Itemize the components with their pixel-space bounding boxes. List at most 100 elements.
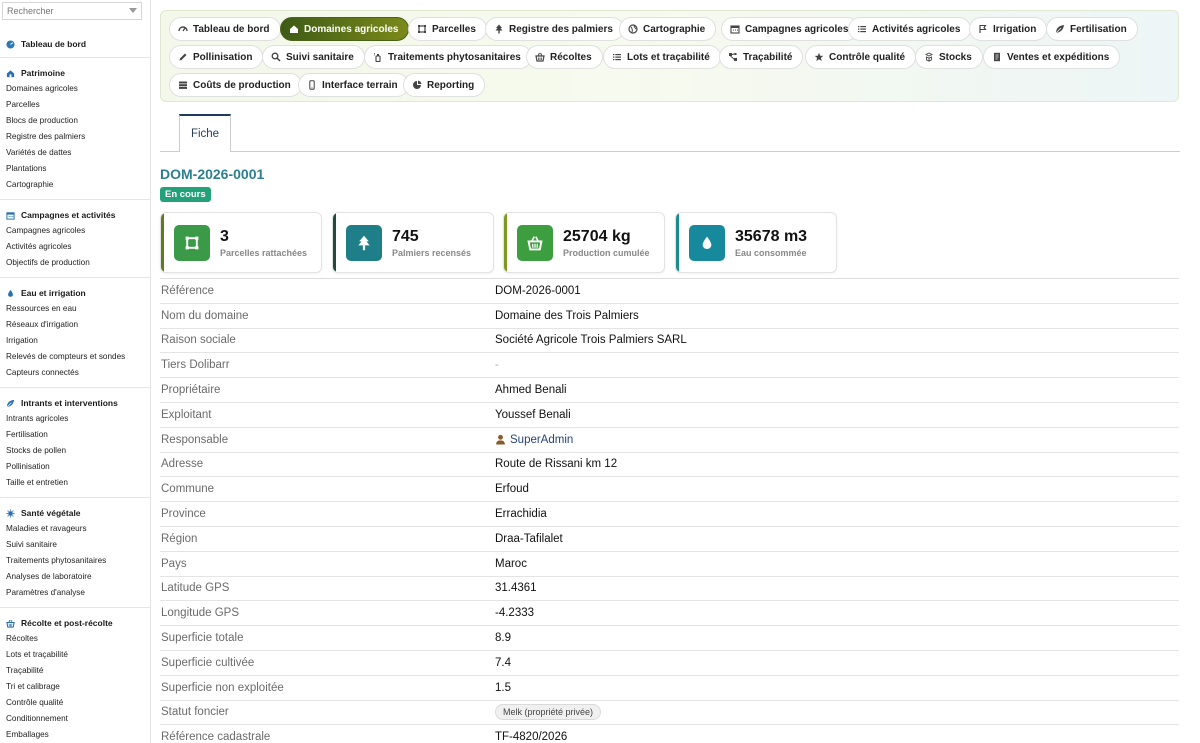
sidebar-section-title[interactable]: Patrimoine (0, 64, 150, 81)
tab-co-ts-de-production[interactable]: Coûts de production (169, 73, 302, 97)
virus-icon (6, 508, 15, 518)
tab-label: Cartographie (643, 23, 706, 35)
land-status-chip: Melk (propriété privée) (495, 704, 602, 721)
tab-lots-et-tra-abilit[interactable]: Lots et traçabilité (603, 45, 721, 69)
field-value: Melk (propriété privée) (495, 704, 602, 721)
sidebar-item[interactable]: Traçabilité (0, 663, 150, 679)
sidebar-item[interactable]: Stocks de pollen (0, 443, 150, 459)
tab-r-coltes[interactable]: Récoltes (526, 45, 603, 69)
field-value: 31.4361 (495, 582, 537, 595)
field-value: -4.2333 (495, 607, 535, 620)
sidebar-item[interactable]: Domaines agricoles (0, 81, 150, 97)
sidebar-section-title[interactable]: Campagnes et activités (0, 206, 150, 223)
user-link[interactable]: SuperAdmin (495, 434, 573, 446)
sidebar-item[interactable]: Parcelles (0, 97, 150, 113)
sidebar-item[interactable]: Traitements phytosanitaires (0, 553, 150, 569)
tab-activit-s-agricoles[interactable]: Activités agricoles (848, 17, 972, 41)
tab-pollinisation[interactable]: Pollinisation (169, 45, 264, 69)
chevron-down-icon[interactable] (129, 8, 137, 13)
leaf-icon (1055, 24, 1065, 34)
tab-stocks[interactable]: Stocks (915, 45, 983, 69)
sidebar-item[interactable]: Emballages (0, 727, 150, 743)
sidebar-item[interactable]: Cartographie (0, 177, 150, 193)
kpi-text: 35678 m3 Eau consommée (735, 228, 807, 258)
sidebar-item-dashboard[interactable]: Tableau de bord (0, 30, 150, 58)
sidebar-item[interactable]: Fertilisation (0, 427, 150, 443)
kpi-value: 35678 m3 (735, 227, 808, 245)
tab-fertilisation[interactable]: Fertilisation (1046, 17, 1138, 41)
detail-row: Superficie cultivée 7.4 (160, 651, 1179, 676)
tab-domaines-agricoles[interactable]: Domaines agricoles (280, 17, 410, 41)
basket-icon (517, 224, 553, 261)
sidebar-item[interactable]: Taille et entretien (0, 475, 150, 491)
tab-parcelles[interactable]: Parcelles (408, 17, 487, 41)
sidebar-item[interactable]: Analyses de laboratoire (0, 569, 150, 585)
sidebar-item[interactable]: Pollinisation (0, 459, 150, 475)
detail-row: Tiers Dolibarr - (160, 353, 1179, 379)
sidebar-item[interactable]: Irrigation (0, 333, 150, 349)
search-select[interactable] (2, 2, 142, 20)
tab-interface-terrain[interactable]: Interface terrain (298, 73, 409, 97)
detail-row: Référence cadastrale TF-4820/2026 (160, 725, 1179, 743)
tab-tableau-de-bord[interactable]: Tableau de bord (169, 17, 281, 41)
tab-cartographie[interactable]: Cartographie (619, 17, 717, 41)
tab-campagnes-agricoles[interactable]: Campagnes agricoles (721, 17, 860, 41)
sidebar-item[interactable]: Objectifs de production (0, 255, 150, 271)
sidebar-item[interactable]: Ressources en eau (0, 301, 150, 317)
tab-traitements-phytosanitaires[interactable]: Traitements phytosanitaires (364, 45, 532, 69)
calendar-icon (730, 24, 740, 34)
field-label: Exploitant (161, 408, 212, 421)
sidebar-section-title[interactable]: Santé végétale (0, 504, 150, 521)
detail-row: Commune Erfoud (160, 477, 1179, 503)
tab-contr-le-qualit[interactable]: Contrôle qualité (805, 45, 917, 69)
sidebar-item[interactable]: Capteurs connectés (0, 365, 150, 381)
tab-tra-abilit[interactable]: Traçabilité (719, 45, 804, 69)
field-value: Errachidia (495, 508, 547, 521)
search-input[interactable] (7, 6, 137, 16)
kpi-label: Parcelles rattachées (220, 247, 308, 258)
detail-row: Exploitant Youssef Benali (160, 403, 1179, 428)
sidebar-item[interactable]: Registre des palmiers (0, 129, 150, 145)
tab-reporting[interactable]: Reporting (403, 73, 486, 97)
sidebar-item[interactable]: Lots et traçabilité (0, 647, 150, 663)
sidebar-item[interactable]: Paramètres d'analyse (0, 585, 150, 601)
sidebar-item[interactable]: Contrôle qualité (0, 695, 150, 711)
kpi-card: 25704 kg Production cumulée (503, 212, 665, 273)
sidebar-item[interactable]: Conditionnement (0, 711, 150, 727)
detail-row: Superficie totale 8.9 (160, 626, 1179, 651)
network-icon (728, 52, 738, 62)
sidebar-item[interactable]: Tri et calibrage (0, 679, 150, 695)
sidebar-item[interactable]: Plantations (0, 161, 150, 177)
kpi-accent-bar (333, 213, 336, 272)
kpi-text: 25704 kg Production cumulée (563, 228, 650, 258)
kpi-label: Palmiers recensés (392, 247, 472, 258)
tab-label: Suivi sanitaire (286, 51, 354, 63)
tab-fiche[interactable]: Fiche (179, 114, 231, 152)
tab-irrigation[interactable]: Irrigation (969, 17, 1048, 41)
tab-label: Activités agricoles (872, 23, 961, 35)
sidebar-item[interactable]: Variétés de dattes (0, 145, 150, 161)
sidebar-item[interactable]: Réseaux d'irrigation (0, 317, 150, 333)
sidebar-section-title[interactable]: Récolte et post-récolte (0, 614, 150, 631)
sidebar-item[interactable]: Activités agricoles (0, 239, 150, 255)
field-label: Propriétaire (161, 384, 221, 397)
sidebar-item[interactable]: Campagnes agricoles (0, 223, 150, 239)
sidebar-item[interactable]: Intrants agricoles (0, 411, 150, 427)
tab-registre-des-palmiers[interactable]: Registre des palmiers (485, 17, 624, 41)
sidebar-section-title[interactable]: Eau et irrigation (0, 284, 150, 301)
tab-label: Coûts de production (193, 79, 291, 91)
sidebar-item[interactable]: Maladies et ravageurs (0, 521, 150, 537)
user-link-label: SuperAdmin (510, 433, 574, 446)
parcel-icon (417, 24, 427, 34)
tab-label: Pollinisation (193, 51, 253, 63)
sidebar-item[interactable]: Relevés de compteurs et sondes (0, 349, 150, 365)
sidebar-item[interactable]: Blocs de production (0, 113, 150, 129)
sidebar-section-title[interactable]: Intrants et interventions (0, 394, 150, 411)
sidebar-item[interactable]: Suivi sanitaire (0, 537, 150, 553)
drop-icon (6, 289, 15, 298)
tab-suivi-sanitaire[interactable]: Suivi sanitaire (262, 45, 365, 69)
sidebar-item[interactable]: Récoltes (0, 631, 150, 647)
sidebar: Tableau de bord Patrimoine Domaines agri… (0, 0, 151, 743)
sidebar-dashboard-label: Tableau de bord (21, 39, 87, 49)
tab-ventes-et-exp-ditions[interactable]: Ventes et expéditions (983, 45, 1121, 69)
